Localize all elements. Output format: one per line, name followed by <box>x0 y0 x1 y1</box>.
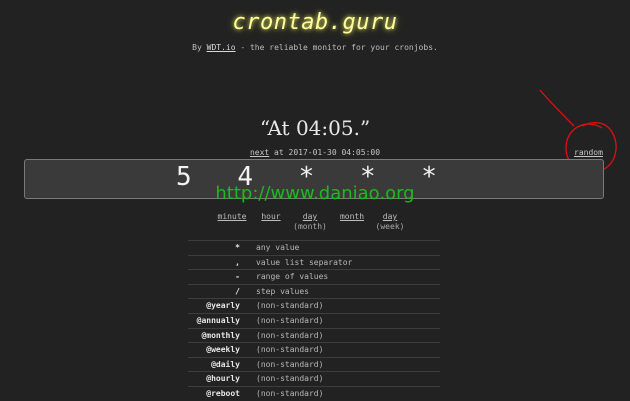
row-symbol: * <box>235 243 240 252</box>
table-row: @reboot (non-standard) <box>188 385 440 401</box>
byline-suffix: - the reliable monitor for your cronjobs… <box>235 43 438 52</box>
row-symbol: @yearly <box>206 301 240 311</box>
wdt-link[interactable]: WDT.io <box>207 43 236 52</box>
syntax-reference-table: * any value , value list separator - range … <box>188 240 440 401</box>
table-row: , value list separator <box>188 254 440 270</box>
field-day-of-week-label: day <box>382 212 398 221</box>
row-symbol: , <box>235 257 240 267</box>
table-row: @hourly (non-standard) <box>188 371 440 386</box>
row-description: value list separator <box>256 257 353 267</box>
table-row: @yearly (non-standard) <box>188 298 440 313</box>
table-row: @weekly (non-standard) <box>188 342 440 357</box>
row-description: (non-standard) <box>256 330 324 340</box>
row-description: (non-standard) <box>256 374 324 384</box>
field-minute[interactable]: minute <box>212 212 252 222</box>
field-day-of-month-label: day <box>302 212 318 221</box>
row-description: step values <box>256 286 309 296</box>
field-hour[interactable]: hour <box>256 212 286 222</box>
row-symbol: @monthly <box>201 330 240 340</box>
table-row: / step values <box>188 283 440 299</box>
row-description: (non-standard) <box>256 345 324 355</box>
table-row: - range of values <box>188 269 440 284</box>
row-description: (non-standard) <box>256 301 324 311</box>
byline: By WDT.io - the reliable monitor for you… <box>0 43 630 52</box>
row-symbol: @annually <box>196 315 240 325</box>
row-description: any value <box>256 243 300 252</box>
field-labels: minute hour day (month) month day (week) <box>0 212 630 236</box>
field-day-of-month[interactable]: day (month) <box>290 212 330 232</box>
row-description: (non-standard) <box>256 359 324 369</box>
byline-prefix: By <box>192 43 207 52</box>
row-description: (non-standard) <box>256 388 324 398</box>
site-logo[interactable]: crontab.guru <box>0 10 630 35</box>
field-hour-label: hour <box>261 212 281 221</box>
field-month[interactable]: month <box>334 212 370 222</box>
table-row: * any value <box>188 240 440 255</box>
field-month-label: month <box>339 212 365 221</box>
table-row: @annually (non-standard) <box>188 312 440 328</box>
row-description: (non-standard) <box>256 315 324 325</box>
row-symbol: @hourly <box>206 374 240 384</box>
next-link[interactable]: next <box>250 148 269 157</box>
table-row: @daily (non-standard) <box>188 356 440 372</box>
row-description: range of values <box>256 272 329 282</box>
field-day-of-month-sub: (month) <box>293 222 327 231</box>
next-run-time: at 2017-01-30 04:05:00 <box>269 148 381 157</box>
table-row: @monthly (non-standard) <box>188 327 440 343</box>
watermark-text: http://www.daniao.org <box>215 183 415 204</box>
row-symbol: @weekly <box>206 345 240 355</box>
row-symbol: / <box>235 286 240 296</box>
field-day-of-week-sub: (week) <box>375 222 405 231</box>
row-symbol: @daily <box>211 359 240 369</box>
field-day-of-week[interactable]: day (week) <box>372 212 408 232</box>
row-symbol: - <box>235 272 240 282</box>
row-symbol: @reboot <box>206 388 240 398</box>
field-minute-label: minute <box>217 212 247 221</box>
